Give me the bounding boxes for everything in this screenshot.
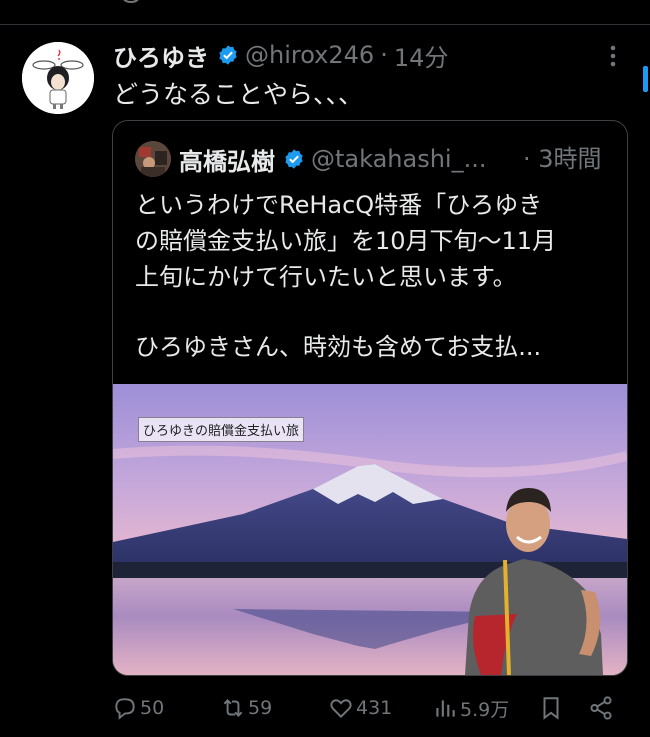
retweet-icon[interactable] xyxy=(218,0,240,6)
tweet-header: ひろゆき @hirox246 · 14分 xyxy=(113,38,449,73)
quote-handle: @takahashi_... xyxy=(311,145,487,173)
quote-verified-badge-icon xyxy=(285,149,303,169)
quote-avatar-image xyxy=(135,141,171,177)
quote-media-image[interactable]: ひろゆきの賠償金支払い旅 xyxy=(113,384,627,675)
quote-text-line: というわけでReHacQ特番「ひろゆき xyxy=(135,191,543,219)
share-icon xyxy=(590,696,612,720)
timestamp[interactable]: 14分 xyxy=(394,38,449,73)
share-icon[interactable] xyxy=(592,0,614,6)
reply-count: 50 xyxy=(140,697,165,719)
quote-text-line xyxy=(135,295,615,331)
quote-header: 高橋弘樹 @takahashi_... xyxy=(179,143,487,176)
quote-timestamp: · 3時間 xyxy=(523,143,602,175)
handle[interactable]: @hirox246 xyxy=(245,41,374,69)
tweet-text: どうなることやら、、、 xyxy=(113,80,364,109)
retweet-count: 59 xyxy=(248,697,273,719)
like-button[interactable]: 431 xyxy=(328,690,392,726)
views-icon[interactable] xyxy=(430,0,452,6)
quote-text-line: 上旬にかけて行いたいと思います。 xyxy=(135,263,517,291)
views-chart-icon xyxy=(436,700,455,717)
like-count: 431 xyxy=(356,697,393,719)
quote-display-name: 高橋弘樹 xyxy=(179,147,275,176)
tweet-actions: 50 59 431 5.9万 xyxy=(112,690,632,726)
more-options-icon[interactable] xyxy=(604,44,622,68)
quote-time: 3時間 xyxy=(538,145,602,173)
quote-separator-dot: · xyxy=(523,145,531,173)
bookmark-button[interactable] xyxy=(538,690,566,726)
quote-text-line: ひろゆきさん、時効も含めてお支払... xyxy=(135,333,542,361)
avatar-image xyxy=(22,42,94,114)
previous-tweet-actions xyxy=(0,0,650,25)
retweet-icon xyxy=(223,699,243,717)
views-count: 5.9万 xyxy=(460,698,510,721)
display-name[interactable]: ひろゆき xyxy=(113,38,209,73)
avatar[interactable] xyxy=(22,42,94,114)
quote-avatar[interactable] xyxy=(135,141,171,177)
reply-icon xyxy=(115,698,135,720)
separator-dot: · xyxy=(380,41,388,69)
retweet-button[interactable]: 59 xyxy=(220,690,272,726)
bookmark-icon[interactable] xyxy=(540,0,562,6)
media-caption: ひろゆきの賠償金支払い旅 xyxy=(138,417,305,442)
share-button[interactable] xyxy=(588,690,616,726)
verified-badge-icon xyxy=(219,45,237,65)
like-icon[interactable] xyxy=(320,0,342,6)
reply-icon[interactable] xyxy=(120,0,142,6)
views-button[interactable]: 5.9万 xyxy=(432,690,509,726)
heart-icon xyxy=(330,699,352,719)
bookmark-icon xyxy=(543,697,559,720)
quote-text-line: の賠償金支払い旅」を10月下旬〜11月 xyxy=(135,227,557,255)
quote-text: というわけでReHacQ特番「ひろゆき の賠償金支払い旅」を10月下旬〜11月 … xyxy=(135,187,615,365)
reply-button[interactable]: 50 xyxy=(112,690,164,726)
quoted-tweet[interactable]: 高橋弘樹 @takahashi_... · 3時間 というわけでReHacQ特番… xyxy=(112,120,628,676)
scroll-indicator xyxy=(643,66,648,92)
